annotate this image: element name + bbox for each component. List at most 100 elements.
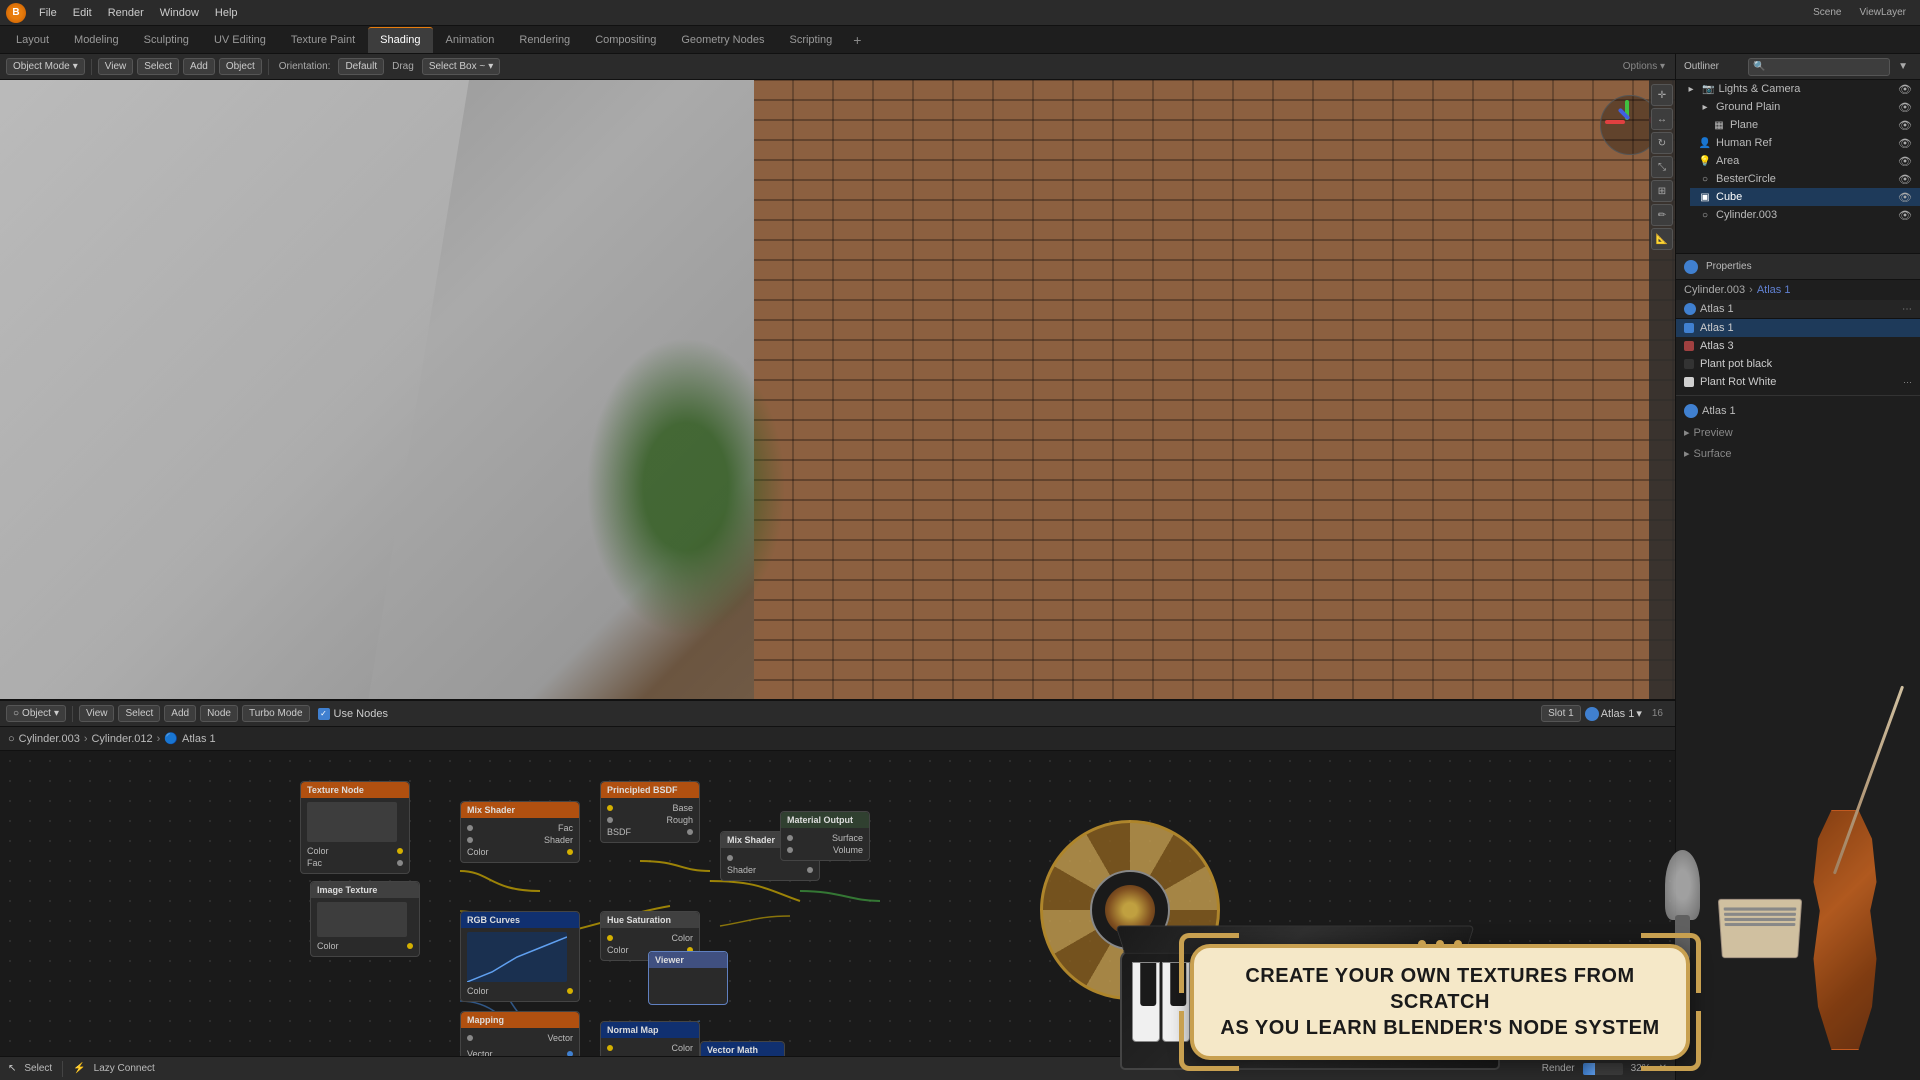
main-area: Object Mode ▾ View Select Add Object Ori…: [0, 54, 1920, 1080]
cylinder-visibility[interactable]: 👁: [1898, 209, 1912, 222]
select-menu[interactable]: Select: [137, 58, 179, 75]
scale-tool[interactable]: ⤡: [1651, 156, 1673, 178]
breadcrumb-part2[interactable]: Cylinder.012: [91, 733, 152, 745]
human-ref-visibility[interactable]: 👁: [1898, 137, 1912, 150]
preview-section-header[interactable]: ▸ Preview: [1676, 422, 1920, 443]
cube-icon: ▣: [1698, 190, 1712, 204]
node-viewer[interactable]: Viewer: [648, 951, 728, 1005]
cube-visibility[interactable]: 👁: [1898, 191, 1912, 204]
tab-texture-paint[interactable]: Texture Paint: [279, 27, 367, 53]
transform-tool[interactable]: ⊞: [1651, 180, 1673, 202]
tab-layout[interactable]: Layout: [4, 27, 61, 53]
drag-label: Drag: [388, 61, 418, 72]
options-button[interactable]: Options ▾: [1619, 61, 1669, 72]
turbo-mode-button[interactable]: Turbo Mode: [242, 705, 310, 722]
slot-selector[interactable]: Slot 1: [1541, 705, 1581, 722]
node-mix-1-out: [567, 849, 573, 855]
menu-window[interactable]: Window: [153, 5, 206, 21]
left-panel: Object Mode ▾ View Select Add Object Ori…: [0, 54, 1675, 1080]
cylinder-icon: ○: [1698, 208, 1712, 222]
annotate-tool[interactable]: ✏: [1651, 204, 1673, 226]
outliner-search-input[interactable]: [1748, 58, 1890, 76]
outliner-filter-icon[interactable]: ▼: [1894, 61, 1912, 72]
node-select-menu[interactable]: Select: [118, 705, 160, 722]
ground-plain-visibility[interactable]: 👁: [1898, 101, 1912, 114]
node-add-menu[interactable]: Add: [164, 705, 196, 722]
node-mode-button[interactable]: ○ Object ▾: [6, 705, 66, 722]
menu-help[interactable]: Help: [208, 5, 245, 21]
use-nodes-checkbox[interactable]: ✓: [318, 708, 330, 720]
object-menu[interactable]: Object: [219, 58, 262, 75]
material-list-options[interactable]: ⋯: [1902, 304, 1912, 315]
node-center-1-body: Base Rough BSDF: [601, 798, 699, 842]
node-group-1[interactable]: Texture Node Color Fac: [300, 781, 410, 874]
rotate-tool[interactable]: ↻: [1651, 132, 1673, 154]
active-mat-icon: [1684, 404, 1698, 418]
node-view-menu[interactable]: View: [79, 705, 115, 722]
outliner-item-cube[interactable]: ▣ Cube 👁: [1690, 188, 1920, 206]
outliner-item-cylinder[interactable]: ○ Cylinder.003 👁: [1690, 206, 1920, 224]
outliner-item-ground-plain[interactable]: ▸ Ground Plain 👁: [1690, 98, 1920, 116]
node-connections: [0, 751, 1675, 1080]
menu-render[interactable]: Render: [101, 5, 151, 21]
measure-tool[interactable]: 📐: [1651, 228, 1673, 250]
node-rgb-1-body: Color: [461, 928, 579, 1001]
area-visibility[interactable]: 👁: [1898, 155, 1912, 168]
move-tool[interactable]: ↔: [1651, 108, 1673, 130]
node-output[interactable]: Material Output Surface Volume: [780, 811, 870, 861]
node-group-2[interactable]: Image Texture Color: [310, 881, 420, 957]
menu-file[interactable]: File: [32, 5, 64, 21]
node-canvas[interactable]: Texture Node Color Fac: [0, 751, 1675, 1080]
surface-section-header[interactable]: ▸ Surface: [1676, 443, 1920, 464]
add-workspace-button[interactable]: +: [845, 28, 869, 52]
menu-edit[interactable]: Edit: [66, 5, 99, 21]
material-item-plant-rot-white[interactable]: Plant Rot White ⋯: [1676, 373, 1920, 391]
material-item-plant-pot-black[interactable]: Plant pot black: [1676, 355, 1920, 373]
cursor-tool[interactable]: ✛: [1651, 84, 1673, 106]
preview-arrow: ▸: [1684, 426, 1690, 439]
atlas1-color: [1684, 323, 1694, 333]
tab-shading[interactable]: Shading: [368, 27, 432, 53]
node-mix-1[interactable]: Mix Shader Fac Shader Color: [460, 801, 580, 863]
bester-circle-visibility[interactable]: 👁: [1898, 173, 1912, 186]
material-item-atlas3[interactable]: Atlas 3: [1676, 337, 1920, 355]
node-rgb-1[interactable]: RGB Curves Color: [460, 911, 580, 1002]
node-select-label: Select: [24, 1063, 52, 1074]
divider-1: [1676, 395, 1920, 396]
lights-camera-visibility[interactable]: 👁: [1898, 83, 1912, 96]
outliner-item-plane[interactable]: ▦ Plane 👁: [1704, 116, 1920, 134]
material-item-atlas1[interactable]: Atlas 1: [1676, 319, 1920, 337]
select-box-label: Select Box ~: [429, 61, 485, 72]
tab-animation[interactable]: Animation: [434, 27, 507, 53]
object-mode-button[interactable]: Object Mode ▾: [6, 58, 85, 75]
cylinder-label: Cylinder.003: [1716, 209, 1777, 221]
tab-rendering[interactable]: Rendering: [507, 27, 582, 53]
node-center-1[interactable]: Principled BSDF Base Rough BSDF: [600, 781, 700, 843]
node-node-menu[interactable]: Node: [200, 705, 238, 722]
breadcrumb-part3[interactable]: Atlas 1: [182, 733, 216, 745]
plane-visibility[interactable]: 👁: [1898, 119, 1912, 132]
outliner-item-area[interactable]: 💡 Area 👁: [1690, 152, 1920, 170]
prop-breadcrumb-part1[interactable]: Cylinder.003: [1684, 284, 1745, 296]
tab-geometry-nodes[interactable]: Geometry Nodes: [669, 27, 776, 53]
breadcrumb-part1[interactable]: Cylinder.003: [19, 733, 80, 745]
outliner-item-lights-camera[interactable]: ▸ 📷 Lights & Camera 👁: [1676, 80, 1920, 98]
select-box-button[interactable]: Select Box ~ ▾: [422, 58, 500, 75]
tab-uv-editing[interactable]: UV Editing: [202, 27, 278, 53]
node-1-title: Texture Node: [301, 782, 409, 798]
outliner-item-bester-circle[interactable]: ○ BesterCircle 👁: [1690, 170, 1920, 188]
tab-sculpting[interactable]: Sculpting: [132, 27, 201, 53]
orientation-default-button[interactable]: Default: [338, 58, 384, 75]
material-selector[interactable]: Atlas 1 ▾: [1585, 707, 1642, 721]
node-select-icon: ↖: [8, 1063, 16, 1074]
outliner-item-human-ref[interactable]: 👤 Human Ref 👁: [1690, 134, 1920, 152]
add-menu[interactable]: Add: [183, 58, 215, 75]
view-menu[interactable]: View: [98, 58, 134, 75]
tab-compositing[interactable]: Compositing: [583, 27, 668, 53]
tab-modeling[interactable]: Modeling: [62, 27, 131, 53]
use-nodes-toggle[interactable]: ✓ Use Nodes: [314, 708, 392, 720]
render-close-button[interactable]: ✕: [1659, 1063, 1667, 1074]
tab-scripting[interactable]: Scripting: [777, 27, 844, 53]
prop-breadcrumb-part2[interactable]: Atlas 1: [1757, 284, 1791, 296]
viewport-canvas[interactable]: ✛ ↔ ↻ ⤡ ⊞ ✏ 📐: [0, 80, 1675, 699]
